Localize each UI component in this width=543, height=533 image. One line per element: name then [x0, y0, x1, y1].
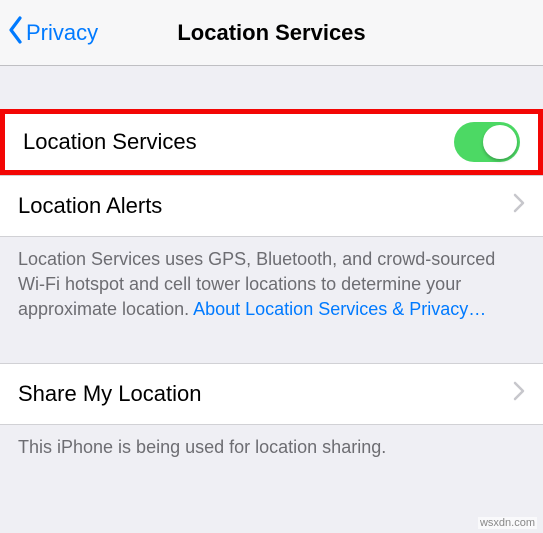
back-button[interactable]: Privacy — [8, 16, 98, 50]
row-label: Location Alerts — [18, 193, 513, 219]
footer-about: Location Services uses GPS, Bluetooth, a… — [0, 237, 543, 335]
chevron-right-icon — [513, 193, 525, 219]
row-location-alerts[interactable]: Location Alerts — [0, 175, 543, 237]
location-services-toggle[interactable] — [454, 122, 520, 162]
watermark: wsxdn.com — [478, 517, 537, 529]
highlight-box: Location Services — [0, 109, 543, 175]
chevron-left-icon — [8, 16, 26, 50]
footer-share: This iPhone is being used for location s… — [0, 425, 543, 474]
spacer — [0, 335, 543, 363]
chevron-right-icon — [513, 381, 525, 407]
footer-text: This iPhone is being used for location s… — [18, 437, 386, 457]
row-label: Location Services — [23, 129, 454, 155]
spacer — [0, 66, 543, 110]
row-share-location[interactable]: Share My Location — [0, 363, 543, 425]
nav-bar: Privacy Location Services — [0, 0, 543, 66]
row-label: Share My Location — [18, 381, 513, 407]
back-label: Privacy — [26, 20, 98, 46]
row-location-services[interactable]: Location Services — [5, 114, 538, 170]
about-privacy-link[interactable]: About Location Services & Privacy… — [193, 299, 486, 319]
toggle-knob — [483, 125, 517, 159]
